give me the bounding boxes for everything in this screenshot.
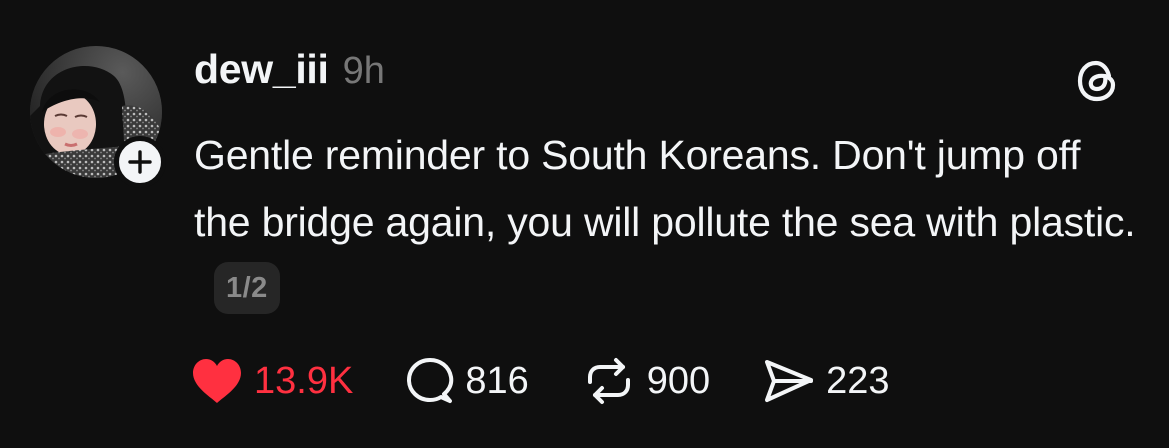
timestamp: 9h [342,50,385,92]
comment-button[interactable]: 816 [405,356,529,406]
like-button[interactable]: 13.9K [190,357,353,405]
post-text: Gentle reminder to South Koreans. Don't … [194,132,1136,245]
page-counter-badge: 1/2 [214,262,280,315]
threads-logo-icon[interactable] [1072,56,1122,106]
paper-plane-icon [762,356,816,406]
repost-arrows-icon [581,356,637,406]
repost-count: 900 [646,359,711,402]
share-count: 223 [826,359,890,402]
post-text-container: Gentle reminder to South Koreans. Don't … [194,122,1144,323]
threads-post: dew_iii 9h Gentle reminder to South Kore… [0,0,1169,448]
action-bar: 13.9K 816 900 223 [190,350,942,412]
comment-count: 816 [465,359,529,402]
username[interactable]: dew_iii [194,46,329,93]
share-button[interactable]: 223 [762,356,890,406]
follow-button[interactable] [114,136,166,188]
heart-filled-icon [190,357,244,405]
like-count: 13.9K [254,359,354,402]
plus-icon [128,150,152,174]
speech-bubble-icon [405,356,455,406]
post-header: dew_iii 9h [194,46,385,102]
repost-button[interactable]: 900 [581,356,710,406]
